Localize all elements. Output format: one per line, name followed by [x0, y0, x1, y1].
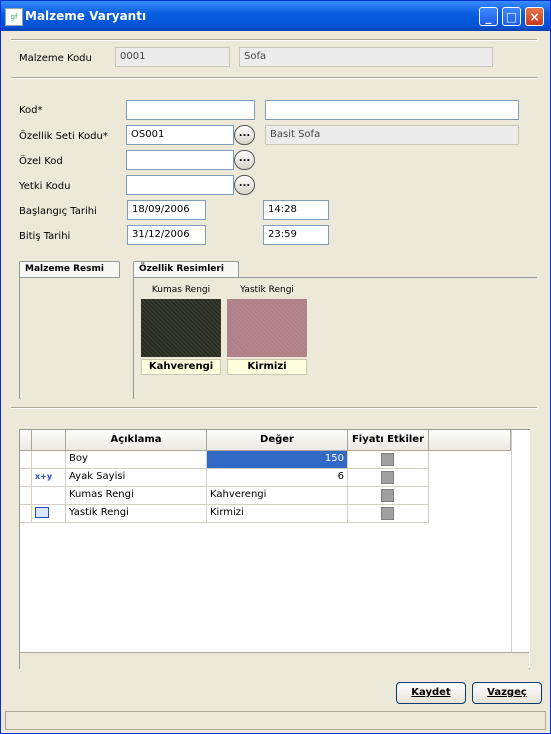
cell-aciklama[interactable]: Ayak Sayisi — [66, 469, 207, 487]
cell-deger[interactable]: 6 — [207, 469, 348, 487]
column-header-aciklama[interactable]: Açıklama — [66, 430, 207, 451]
ozellik-seti-description: Basit Sofa — [265, 125, 519, 145]
yetki-kodu-input[interactable] — [126, 175, 234, 195]
grid-footer — [20, 652, 529, 669]
ozel-kod-browse-button[interactable]: ... — [234, 150, 255, 170]
grid-vertical-area — [511, 430, 530, 668]
swatch-label: Kahverengi — [141, 359, 221, 375]
row-indicator[interactable] — [20, 505, 32, 523]
tab-malzeme-resmi[interactable]: Malzeme Resmi — [19, 261, 120, 277]
ozellik-seti-input[interactable]: OS001 — [126, 125, 234, 145]
row-indicator[interactable] — [20, 451, 32, 469]
row-icon-cell — [32, 487, 66, 505]
ozellik-seti-label: Özellik Seti Kodu* — [19, 131, 108, 142]
list-icon — [35, 507, 49, 518]
swatch-caption: Kumas Rengi — [151, 285, 211, 295]
ozel-kod-label: Özel Kod — [19, 156, 63, 167]
close-button[interactable]: × — [525, 7, 544, 26]
fiyati-etkiler-checkbox[interactable] — [381, 453, 394, 466]
cell-aciklama[interactable]: Yastik Rengi — [66, 505, 207, 523]
attributes-grid[interactable]: Açıklama Değer Fiyatı Etkiler Boy 150 x+y A… — [19, 429, 530, 669]
grid-icon-column-header — [32, 430, 66, 451]
bitis-date-input[interactable]: 31/12/2006 — [127, 225, 206, 245]
bitis-tarihi-label: Bitiş Tarihi — [19, 231, 71, 242]
separator — [11, 407, 537, 409]
baslangic-date-input[interactable]: 18/09/2006 — [127, 200, 206, 220]
yetki-kodu-label: Yetki Kodu — [19, 181, 71, 192]
fiyati-etkiler-checkbox[interactable] — [381, 507, 394, 520]
kod-input[interactable] — [126, 100, 255, 120]
kod-label: Kod* — [19, 105, 43, 116]
yetki-kodu-browse-button[interactable]: ... — [234, 175, 255, 195]
vazgec-button[interactable]: Vazgeç — [472, 682, 542, 704]
malzeme-kodu-field: 0001 — [115, 47, 230, 67]
row-indicator[interactable] — [20, 469, 32, 487]
kod-description-input[interactable] — [265, 100, 519, 120]
formula-icon: x+y — [35, 472, 53, 481]
grid-empty-header — [429, 430, 511, 451]
column-header-deger[interactable]: Değer — [207, 430, 348, 451]
kaydet-button[interactable]: Kaydet — [396, 682, 466, 704]
swatch-label: Kirmizi — [227, 359, 307, 375]
fiyati-etkiler-checkbox[interactable] — [381, 489, 394, 502]
cell-deger[interactable]: Kirmizi — [207, 505, 348, 523]
row-icon-cell — [32, 505, 66, 523]
cell-fiyati-etkiler[interactable] — [348, 469, 429, 487]
minimize-button[interactable]: _ — [479, 7, 498, 26]
vazgec-label: Vazgeç — [487, 687, 527, 698]
fiyati-etkiler-checkbox[interactable] — [381, 471, 394, 484]
status-bar — [5, 711, 546, 730]
kumas-rengi-swatch[interactable] — [141, 299, 221, 357]
row-indicator[interactable] — [20, 487, 32, 505]
cell-fiyati-etkiler[interactable] — [348, 505, 429, 523]
column-header-fiyati-etkiler[interactable]: Fiyatı Etkiler — [348, 430, 429, 451]
row-icon-cell: x+y — [32, 469, 66, 487]
cell-fiyati-etkiler[interactable] — [348, 451, 429, 469]
cell-fiyati-etkiler[interactable] — [348, 487, 429, 505]
tab-ozellik-resimleri[interactable]: Özellik Resimleri — [133, 261, 239, 277]
ozellik-seti-browse-button[interactable]: ... — [234, 125, 255, 145]
ozel-kod-input[interactable] — [126, 150, 234, 170]
app-icon: gf — [5, 8, 23, 26]
malzeme-kodu-label: Malzeme Kodu — [19, 53, 92, 64]
kaydet-label: Kaydet — [411, 687, 451, 698]
title-bar[interactable]: gf Malzeme Varyantı _ □ × — [1, 1, 550, 31]
window: gf Malzeme Varyantı _ □ × Malzeme Kodu 0… — [0, 0, 551, 734]
separator — [11, 39, 537, 41]
bitis-time-input[interactable]: 23:59 — [263, 225, 329, 245]
window-title: Malzeme Varyantı — [25, 9, 147, 23]
swatch-caption: Yastik Rengi — [240, 285, 294, 295]
baslangic-tarihi-label: Başlangıç Tarihi — [19, 206, 97, 217]
grid-corner — [20, 430, 32, 451]
baslangic-time-input[interactable]: 14:28 — [263, 200, 329, 220]
row-icon-cell — [32, 451, 66, 469]
cell-aciklama[interactable]: Kumas Rengi — [66, 487, 207, 505]
cell-aciklama[interactable]: Boy — [66, 451, 207, 469]
cell-deger[interactable]: Kahverengi — [207, 487, 348, 505]
separator — [11, 77, 537, 79]
maximize-button[interactable]: □ — [502, 7, 521, 26]
yastik-rengi-swatch[interactable] — [227, 299, 307, 357]
malzeme-adi-field: Sofa — [239, 47, 493, 67]
malzeme-resmi-panel — [19, 277, 120, 399]
cell-deger[interactable]: 150 — [207, 451, 348, 469]
